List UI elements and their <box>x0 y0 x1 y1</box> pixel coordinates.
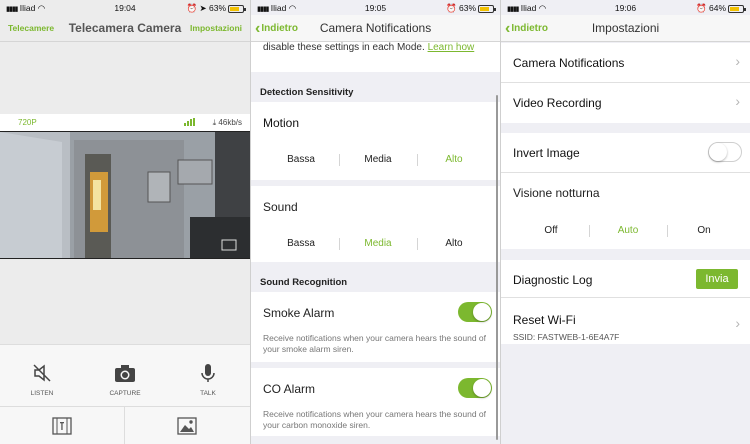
listen-label: LISTEN <box>30 390 54 397</box>
capture-button[interactable]: CAPTURE <box>95 363 155 397</box>
settings-group-3: Diagnostic Log Invia Reset Wi-Fi SSID: F… <box>501 260 750 344</box>
reset-wifi-row[interactable]: Reset Wi-Fi SSID: FASTWEB-1-6E4A7F › <box>501 298 750 344</box>
listen-button[interactable]: LISTEN <box>12 363 72 397</box>
sound-option-bassa[interactable]: Bassa <box>266 238 336 249</box>
night-vision-label: Visione notturna <box>513 186 600 200</box>
settings-group-2: Invert Image Visione notturna Off Auto O… <box>501 133 750 249</box>
talk-button[interactable]: TALK <box>178 363 238 397</box>
alarm-icon: ⏰ <box>696 3 707 13</box>
camera-notifications-label: Camera Notifications <box>513 56 625 70</box>
video-recording-label: Video Recording <box>513 96 602 110</box>
location-icon: ➤ <box>199 3 207 13</box>
stream-info-bar: 720P ⤓ 46kb/s <box>0 114 250 131</box>
nav-bar: ‹Indietro Impostazioni <box>501 15 750 42</box>
motion-label: Motion <box>263 116 300 130</box>
smoke-alarm-row: Smoke Alarm Receive notifications when y… <box>251 292 500 362</box>
battery-icon <box>728 4 746 13</box>
nav-bar: ‹Indietro Camera Notifications <box>251 15 500 42</box>
smoke-alarm-label: Smoke Alarm <box>263 306 335 320</box>
night-vision-option-on[interactable]: On <box>669 225 739 236</box>
motion-option-media[interactable]: Media <box>343 154 413 165</box>
co-alarm-row: CO Alarm Receive notifications when your… <box>251 368 500 436</box>
co-alarm-label: CO Alarm <box>263 382 316 396</box>
camera-controls: LISTEN CAPTURE TALK <box>0 344 250 406</box>
status-bar: ▮▮▮▮ Iliad ◠ 19:04 ⏰ ➤ 63% <box>0 0 250 15</box>
image-icon[interactable] <box>177 417 197 435</box>
detection-header: Detection Sensitivity <box>260 87 354 98</box>
capture-label: CAPTURE <box>109 390 141 397</box>
night-vision-option-auto[interactable]: Auto <box>593 225 663 236</box>
resolution-badge[interactable]: 720P <box>18 118 37 127</box>
microphone-icon <box>201 364 215 382</box>
battery-percent: 63% <box>208 3 226 13</box>
download-icon: ⤓ <box>212 118 217 127</box>
battery-percent: 64% <box>708 3 726 13</box>
diagnostic-log-label: Diagnostic Log <box>513 273 593 287</box>
battery-icon <box>228 4 246 13</box>
battery-icon <box>478 4 496 13</box>
intro-block: disable these settings in each Mode. Lea… <box>251 42 500 72</box>
talk-label: TALK <box>200 390 216 397</box>
scrollbar[interactable] <box>496 95 498 440</box>
page-title: Camera Notifications <box>319 21 432 35</box>
chevron-right-icon: › <box>735 53 740 69</box>
sound-option-alto[interactable]: Alto <box>419 238 489 249</box>
camera-notifications-screen: ▮▮▮▮ Iliad ◠ 19:05 ⏰ 63% ‹Indietro Camer… <box>251 0 500 444</box>
alarm-icon: ⏰ <box>446 3 457 13</box>
chevron-right-icon: › <box>735 93 740 109</box>
motion-option-alto[interactable]: Alto <box>419 154 489 165</box>
page-title: Impostazioni <box>591 21 660 35</box>
motion-option-bassa[interactable]: Bassa <box>266 154 336 165</box>
status-bar: ▮▮▮▮ Iliad ◠ 19:05 ⏰ 63% <box>251 0 500 15</box>
invert-image-label: Invert Image <box>513 146 580 160</box>
co-alarm-description: Receive notifications when your camera h… <box>263 409 487 430</box>
video-recording-row[interactable]: Video Recording › <box>501 83 750 123</box>
film-icon[interactable] <box>52 417 72 435</box>
diagnostic-log-row: Diagnostic Log Invia <box>501 260 750 298</box>
camera-icon <box>115 365 135 382</box>
bitrate: 46kb/s <box>218 118 242 127</box>
smoke-alarm-description: Receive notifications when your camera h… <box>263 333 487 354</box>
sound-option-media[interactable]: Media <box>343 238 413 249</box>
chevron-right-icon: › <box>735 315 740 331</box>
ssid-text: SSID: FASTWEB-1-6E4A7F <box>513 332 620 342</box>
settings-screen: ▮▮▮▮ Iliad ◠ 19:06 ⏰ 64% ‹Indietro Impos… <box>501 0 750 444</box>
status-bar: ▮▮▮▮ Iliad ◠ 19:06 ⏰ 64% <box>501 0 750 15</box>
nav-bar: Telecamere Telecamera Camera Impostazion… <box>0 15 250 42</box>
settings-link[interactable]: Impostazioni <box>190 23 242 33</box>
reset-wifi-label: Reset Wi-Fi <box>513 313 576 327</box>
smoke-alarm-toggle[interactable] <box>458 302 492 322</box>
night-vision-option-off[interactable]: Off <box>516 225 586 236</box>
sound-group: Sound Bassa Media Alto <box>251 186 500 262</box>
camera-view-screen: ▮▮▮▮ Iliad ◠ 19:04 ⏰ ➤ 63% Telecamere Te… <box>0 0 250 444</box>
speaker-muted-icon <box>33 364 51 382</box>
send-log-button[interactable]: Invia <box>696 269 738 289</box>
bottom-tabs <box>0 406 250 444</box>
battery-percent: 63% <box>458 3 476 13</box>
co-alarm-toggle[interactable] <box>458 378 492 398</box>
invert-image-toggle[interactable] <box>708 142 742 162</box>
invert-image-row: Invert Image <box>501 133 750 173</box>
settings-group-1: Camera Notifications › Video Recording › <box>501 43 750 123</box>
intro-text: disable these settings in each Mode. <box>263 42 425 53</box>
learn-how-link[interactable]: Learn how <box>428 42 475 53</box>
camera-notifications-row[interactable]: Camera Notifications › <box>501 43 750 83</box>
recognition-header: Sound Recognition <box>260 277 348 288</box>
motion-group: Motion Bassa Media Alto <box>251 102 500 180</box>
sound-label: Sound <box>263 200 298 214</box>
stream-signal-icon <box>184 118 195 128</box>
live-video-feed[interactable] <box>0 131 250 259</box>
alarm-icon: ⏰ <box>186 3 198 13</box>
